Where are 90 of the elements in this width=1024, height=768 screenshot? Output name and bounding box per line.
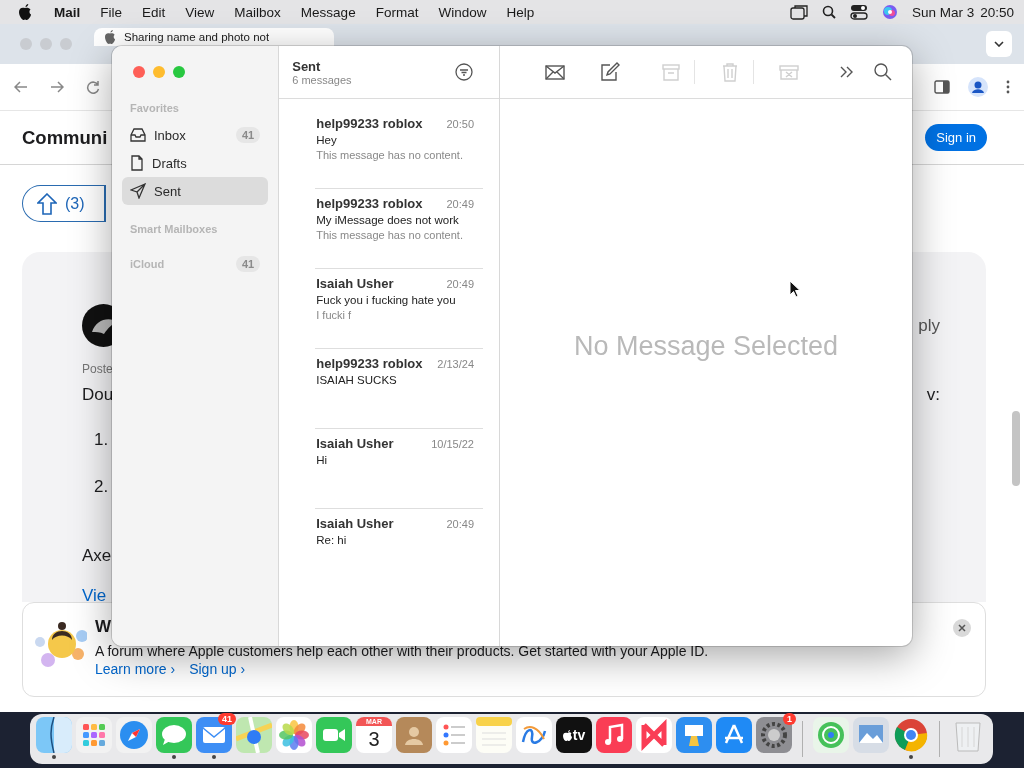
menu-item[interactable]: Mailbox [224,4,291,20]
post-text: Dou [82,385,114,405]
list-number: 2. [94,477,109,497]
menu-item[interactable]: Window [428,4,497,20]
inbox-icon [130,128,146,142]
reply-text: ply [918,315,940,336]
app-menu[interactable]: Mail [44,4,91,20]
message-row[interactable]: help99233 roblox 2/13/24 ISAIAH SUCKS [315,349,483,429]
menu-clock: 20:50 [980,4,1014,20]
close-button[interactable] [953,619,971,637]
banner-link[interactable]: Learn more › [95,661,176,677]
window-zoom-button[interactable] [173,66,185,78]
menu-item[interactable]: Edit [132,4,176,20]
flower-icon[interactable] [276,717,312,753]
message-row[interactable]: help99233 roblox 20:49 My iMessage does not work This message has no content. [315,189,483,269]
search-icon [821,5,836,19]
apple-icon [104,30,116,44]
author-text: Axe [82,546,112,566]
back-arrow-icon [14,81,28,93]
two-tone-tile-icon[interactable] [36,717,72,753]
list-number: 1. [94,430,109,450]
window-close-button[interactable] [133,66,145,78]
more-icon [1006,80,1010,94]
scrollbar[interactable] [1012,411,1020,486]
map-icon[interactable] [236,717,272,753]
vote-button[interactable]: (3) [22,185,106,222]
posted-label: Poste [82,362,113,376]
music-note-icon[interactable] [596,717,632,753]
apple-icon [18,4,32,20]
close-icon [958,624,966,632]
compose-icon[interactable] [598,61,620,83]
tab-list-button[interactable] [986,31,1012,57]
browser-tab[interactable]: Sharing name and photo not [94,28,334,46]
video-camera-icon[interactable] [316,717,352,753]
message-row[interactable]: help99233 roblox 20:50 Hey This message has no content. [315,109,483,189]
window-stack-icon [789,4,808,20]
mailbox-title: Sent [292,58,322,74]
search-icon[interactable] [872,61,894,83]
filter-icon[interactable] [455,63,473,81]
sidebar-item[interactable]: Drafts [122,149,269,177]
paper-plane-icon [130,183,146,199]
menu-item[interactable]: Help [496,4,545,20]
tv-app-icon[interactable]: tv [556,717,592,753]
app-grid-icon[interactable] [76,717,112,753]
round-logo-icon[interactable] [893,717,929,753]
chevron-down-icon [994,41,1004,47]
post-text: v: [926,385,940,405]
notification-badge: 1 [783,713,796,725]
menu-item[interactable]: Message [290,4,366,20]
document-icon [130,155,144,171]
squiggle-icon[interactable] [516,717,552,753]
message-row[interactable]: Isaiah Usher 20:49 Fuck you i fucking hate you I fucki f [315,269,483,349]
forward-arrow-icon [50,81,64,93]
unread-count: 41 [235,256,261,272]
envelope-icon[interactable] [196,717,232,753]
unread-count: 41 [235,127,261,143]
podium-icon[interactable] [676,717,712,753]
message-row[interactable]: Isaiah Usher 10/15/22 Hi [315,429,483,509]
message-row[interactable]: Isaiah Usher 20:49 Re: hi [315,509,483,589]
empty-state-text: No Message Selected [573,331,839,362]
reload-icon [86,80,100,94]
sidebar-item[interactable]: Sent [122,177,269,205]
banner-link[interactable]: Sign up › [189,661,246,677]
up-arrow-icon [37,192,57,215]
sidebar-item[interactable]: Inbox 41 [122,121,269,149]
sign-in-button[interactable]: Sign in [925,124,987,151]
profile-icon [968,77,988,97]
message-count: 6 messages [292,73,352,86]
photo-stack-icon[interactable] [853,717,889,753]
address-book-icon[interactable] [396,717,432,753]
gear-icon[interactable] [756,717,792,753]
a-shape-icon[interactable] [716,717,752,753]
siri-orb-icon [881,4,898,20]
radar-icon[interactable] [813,717,849,753]
page-heading: Communi [22,126,108,149]
cursor-icon [789,280,801,298]
control-toggles-icon [849,4,868,20]
menu-item[interactable]: File [90,4,133,20]
banner-text: A forum where Apple customers help each other with their products. Get started with your Apple ID. [95,643,709,659]
sidebar-icon [934,80,950,94]
checklist-icon[interactable] [436,717,472,753]
view-link[interactable]: Vie [82,586,107,606]
news-icon[interactable] [636,717,672,753]
menu-item[interactable]: Format [365,4,429,20]
menu-date: Sun Mar 3 [911,4,975,20]
speech-bubble-icon[interactable] [156,717,192,753]
compass-icon[interactable] [116,717,152,753]
notification-badge: 41 [218,713,236,725]
banner-title: W [95,617,113,637]
menu-item[interactable]: View [175,4,225,20]
